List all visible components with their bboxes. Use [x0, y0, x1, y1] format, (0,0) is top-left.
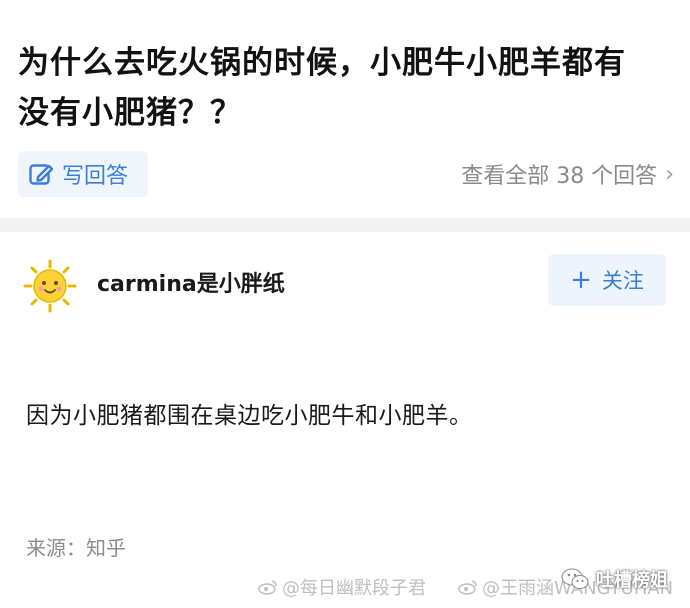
- answer-text: 因为小肥猪都围在桌边吃小肥牛和小肥羊。: [26, 403, 473, 429]
- question-title[interactable]: 为什么去吃火锅的时候，小肥牛小肥羊都有 没有小肥猪？？: [18, 38, 678, 138]
- question-card: 为什么去吃火锅的时候，小肥牛小肥羊都有 没有小肥猪？？ 写回答 查看全部 38 …: [0, 0, 690, 218]
- weibo-icon: [258, 580, 277, 595]
- weibo-watermark-1-text: @每日幽默段子君: [282, 578, 426, 599]
- follow-label: 关注: [601, 269, 644, 293]
- chevron-right-icon: ›: [665, 161, 674, 187]
- author-name[interactable]: carmina是小胖纸: [97, 266, 285, 298]
- section-divider: [0, 218, 690, 232]
- weibo-icon: [458, 580, 477, 595]
- write-answer-label: 写回答: [62, 164, 129, 189]
- write-answer-button[interactable]: 写回答: [18, 151, 148, 197]
- avatar[interactable]: [22, 258, 78, 314]
- plus-icon: +: [570, 265, 592, 295]
- view-all-answers-link[interactable]: 查看全部 38 个回答 ›: [461, 157, 674, 191]
- source-label: 来源：知乎: [26, 536, 126, 560]
- weibo-watermark-1: @每日幽默段子君: [258, 574, 426, 600]
- view-all-label: 查看全部 38 个回答: [461, 164, 658, 189]
- edit-pencil-icon: [29, 164, 54, 185]
- wechat-watermark-text: 吐槽榜姐: [596, 570, 668, 591]
- follow-button[interactable]: + 关注: [548, 254, 666, 306]
- wechat-icon: [561, 568, 589, 589]
- answer-card: carmina是小胖纸 + 关注 因为小肥猪都围在桌边吃小肥牛和小肥羊。 来源：…: [0, 232, 690, 608]
- wechat-watermark: 吐槽榜姐: [560, 566, 668, 592]
